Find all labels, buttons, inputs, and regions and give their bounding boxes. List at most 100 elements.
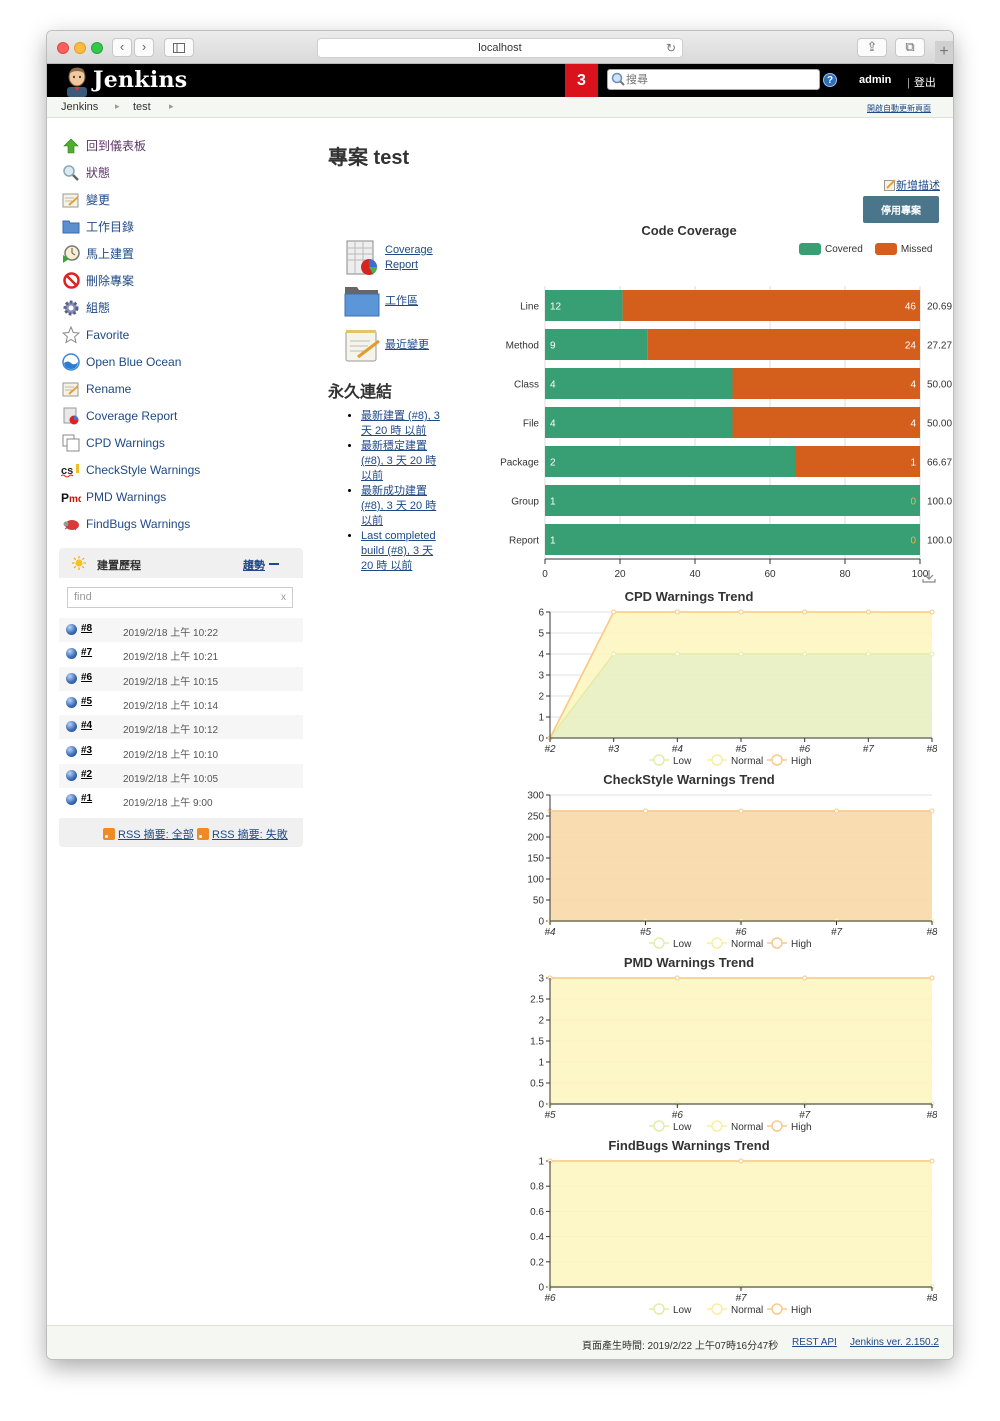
bar-covered[interactable] xyxy=(545,446,795,477)
sidebar-item-open-blue-ocean[interactable]: Open Blue Ocean xyxy=(61,348,311,375)
bar-missed[interactable] xyxy=(647,329,920,360)
sidebar-item-delete-project[interactable]: 刪除專案 xyxy=(61,267,311,294)
sidebar-item-status[interactable]: 狀態 xyxy=(61,159,311,186)
user-link[interactable]: admin xyxy=(859,74,891,86)
maximize-window-button[interactable] xyxy=(91,42,103,54)
jenkins-logo-icon[interactable] xyxy=(63,66,91,97)
minimize-window-button[interactable] xyxy=(74,42,86,54)
rss-all-label[interactable]: RSS 摘要: 全部 xyxy=(118,826,194,842)
main-link-label[interactable]: Coverage xyxy=(385,243,433,258)
rest-api-link[interactable]: REST API xyxy=(792,1337,837,1348)
forward-button[interactable]: › xyxy=(134,38,154,57)
sidebar-item-label[interactable]: Favorite xyxy=(86,328,129,342)
build-number-link[interactable]: #3 xyxy=(81,745,92,756)
data-point[interactable] xyxy=(802,609,808,615)
new-tab-button[interactable]: + xyxy=(935,41,953,64)
jenkins-brand[interactable]: Jenkins xyxy=(93,67,187,93)
sidebar-item-cpd-warnings[interactable]: CPD Warnings xyxy=(61,429,311,456)
build-status-ball-icon[interactable] xyxy=(66,624,77,635)
build-status-ball-icon[interactable] xyxy=(66,769,77,781)
build-find-input[interactable]: find x xyxy=(67,587,293,608)
coverage-report-link-text[interactable]: Coverage Report xyxy=(385,243,433,273)
data-point[interactable] xyxy=(674,651,680,657)
data-point[interactable] xyxy=(738,808,744,814)
data-point[interactable] xyxy=(738,609,744,615)
back-button[interactable]: ‹ xyxy=(112,38,132,57)
sidebar-item-label[interactable]: 刪除專案 xyxy=(86,272,134,289)
data-point[interactable] xyxy=(738,1158,744,1164)
data-point[interactable] xyxy=(611,651,617,657)
sidebar-item-label[interactable]: CPD Warnings xyxy=(86,436,165,450)
sidebar-item-findbugs-warnings[interactable]: FindBugs Warnings xyxy=(61,510,311,537)
legend-covered-swatch[interactable] xyxy=(799,243,821,255)
build-status-ball-icon[interactable] xyxy=(66,648,77,660)
sidebar-item-pmd-warnings[interactable]: Pmd PMD Warnings xyxy=(61,483,311,510)
legend-item-high[interactable]: High xyxy=(767,937,812,950)
bar-covered[interactable] xyxy=(545,485,920,516)
data-point[interactable] xyxy=(738,651,744,657)
data-point[interactable] xyxy=(674,975,680,981)
logout-link[interactable]: | 登出 xyxy=(907,74,936,90)
sidebar-item-label[interactable]: 組態 xyxy=(86,299,110,316)
help-icon[interactable]: ? xyxy=(823,73,837,87)
sidebar-item-workspace[interactable]: 工作目錄 xyxy=(61,213,311,240)
permalink-last-completed[interactable]: Last completed build (#8), 3 天 20 時 以前 xyxy=(361,530,436,572)
legend-missed-swatch[interactable] xyxy=(874,243,897,255)
sidebar-item-label[interactable]: 工作目錄 xyxy=(86,218,134,235)
sidebar-item-label[interactable]: 變更 xyxy=(86,191,110,208)
breadcrumb-chevron-icon[interactable]: ▸ xyxy=(115,101,120,112)
build-number-link[interactable]: #7 xyxy=(81,647,92,658)
auto-refresh-link[interactable]: 開啟自動更新頁面 xyxy=(867,103,931,114)
legend-item-low[interactable]: Low xyxy=(649,754,692,767)
data-point[interactable] xyxy=(929,1158,935,1164)
tabs-overview-button[interactable]: ⧉ xyxy=(895,38,925,57)
legend-missed-label[interactable]: Missed xyxy=(901,244,933,255)
reload-icon[interactable]: ↻ xyxy=(666,39,676,57)
jenkins-version-link[interactable]: Jenkins ver. 2.150.2 xyxy=(850,1337,939,1348)
sidebar-item-label[interactable]: Open Blue Ocean xyxy=(86,355,181,369)
sidebar-item-coverage-report[interactable]: Coverage Report xyxy=(61,402,311,429)
breadcrumb-jenkins[interactable]: Jenkins xyxy=(61,101,98,113)
main-link-coverage-report[interactable]: Coverage Report xyxy=(344,240,433,276)
sidebar-item-changes[interactable]: 變更 xyxy=(61,186,311,213)
data-point[interactable] xyxy=(929,609,935,615)
notification-badge[interactable]: 3 xyxy=(565,64,598,97)
sidebar-item-label[interactable]: Rename xyxy=(86,382,131,396)
build-number-link[interactable]: #1 xyxy=(81,793,92,804)
rss-all-link[interactable]: RSS 摘要: 全部 xyxy=(103,826,194,842)
sidebar-item-label[interactable]: Coverage Report xyxy=(86,409,177,423)
legend-item-low[interactable]: Low xyxy=(649,1303,692,1316)
sidebar-item-label[interactable]: 狀態 xyxy=(86,164,110,181)
bar-missed[interactable] xyxy=(795,446,920,477)
sidebar-item-favorite[interactable]: Favorite xyxy=(61,321,311,348)
data-point[interactable] xyxy=(865,609,871,615)
build-status-ball-icon[interactable] xyxy=(66,721,77,733)
area-high[interactable] xyxy=(550,810,932,921)
clear-find-button[interactable]: x xyxy=(281,588,286,607)
build-status-ball-icon[interactable] xyxy=(66,794,77,806)
close-window-button[interactable] xyxy=(57,42,69,54)
data-point[interactable] xyxy=(802,975,808,981)
sidebar-item-configure[interactable]: 組態 xyxy=(61,294,311,321)
sidebar-item-label[interactable]: PMD Warnings xyxy=(86,490,166,504)
bar-covered[interactable] xyxy=(545,329,648,360)
build-status-ball-icon[interactable] xyxy=(66,672,77,684)
build-number-link[interactable]: #4 xyxy=(81,720,92,731)
disable-project-button[interactable]: 停用專案 xyxy=(863,196,939,223)
permalink-last-build[interactable]: 最新建置 (#8), 3 天 20 時 以前 xyxy=(361,410,440,437)
sidebar-toggle-button[interactable] xyxy=(164,38,194,57)
legend-covered-label[interactable]: Covered xyxy=(825,244,863,255)
area-normal[interactable] xyxy=(550,978,932,1104)
data-point[interactable] xyxy=(611,609,617,615)
area-low[interactable] xyxy=(550,654,932,738)
build-number-link[interactable]: #5 xyxy=(81,696,92,707)
data-point[interactable] xyxy=(929,808,935,814)
permalink-last-successful[interactable]: 最新成功建置 (#8), 3 天 20 時 以前 xyxy=(361,485,436,527)
main-link-label[interactable]: 最近變更 xyxy=(385,338,429,353)
legend-item-high[interactable]: High xyxy=(767,754,812,767)
main-link-workspace[interactable]: 工作區 xyxy=(344,283,418,319)
legend-item-normal[interactable]: Normal xyxy=(707,1303,763,1316)
legend-item-high[interactable]: High xyxy=(767,1303,812,1316)
share-button[interactable]: ⇪ xyxy=(857,38,887,57)
build-status-ball-icon[interactable] xyxy=(66,696,77,708)
